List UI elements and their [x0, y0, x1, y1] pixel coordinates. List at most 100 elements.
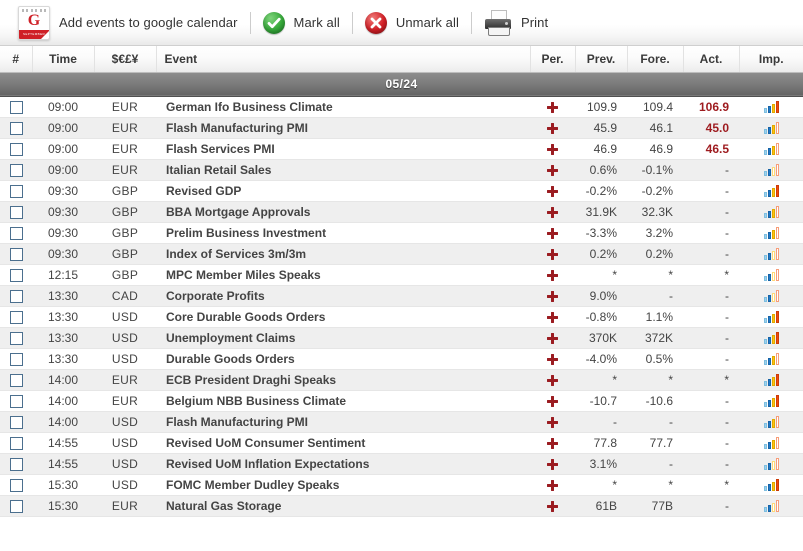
impact-bars-icon[interactable]: [763, 143, 779, 156]
plus-icon[interactable]: [547, 479, 558, 491]
impact-bars-icon[interactable]: [763, 416, 779, 429]
impact-bars-icon[interactable]: [763, 500, 779, 513]
plus-icon[interactable]: [547, 248, 558, 260]
row-checkbox[interactable]: [9, 352, 23, 366]
row-checkbox-cell[interactable]: [0, 327, 32, 349]
row-checkbox[interactable]: [9, 436, 23, 450]
cell-expand[interactable]: [530, 453, 575, 475]
cell-impact[interactable]: [739, 264, 803, 286]
column-header-per[interactable]: Per.: [530, 46, 576, 73]
cell-expand[interactable]: [530, 369, 575, 391]
column-header-currency[interactable]: $€£¥: [94, 46, 157, 73]
row-checkbox-cell[interactable]: [0, 222, 32, 244]
impact-bars-icon[interactable]: [763, 311, 779, 324]
row-checkbox[interactable]: [9, 394, 23, 408]
cell-impact[interactable]: [739, 285, 803, 307]
cell-event-name[interactable]: Prelim Business Investment: [156, 222, 530, 244]
impact-bars-icon[interactable]: [763, 374, 779, 387]
impact-bars-icon[interactable]: [763, 290, 779, 303]
row-checkbox-cell[interactable]: [0, 180, 32, 202]
table-row[interactable]: 09:00 EUR Italian Retail Sales 0.6% -0.1% -: [0, 159, 803, 181]
row-checkbox[interactable]: [9, 226, 23, 240]
table-row[interactable]: 09:00 EUR Flash Services PMI 46.9 46.9 46.5: [0, 138, 803, 160]
cell-event-name[interactable]: Flash Manufacturing PMI: [156, 411, 530, 433]
table-row[interactable]: 09:30 GBP Prelim Business Investment -3.3% 3…: [0, 222, 803, 244]
table-row[interactable]: 14:55 USD Revised UoM Consumer Sentiment 77…: [0, 432, 803, 454]
column-header-prev[interactable]: Prev.: [575, 46, 628, 73]
cell-expand[interactable]: [530, 411, 575, 433]
row-checkbox-cell[interactable]: [0, 432, 32, 454]
row-checkbox-cell[interactable]: [0, 474, 32, 496]
plus-icon[interactable]: [547, 101, 558, 113]
table-row[interactable]: 12:15 GBP MPC Member Miles Speaks * * *: [0, 264, 803, 286]
cell-expand[interactable]: [530, 390, 575, 412]
impact-bars-icon[interactable]: [763, 164, 779, 177]
row-checkbox-cell[interactable]: [0, 138, 32, 160]
cell-event-name[interactable]: Revised UoM Consumer Sentiment: [156, 432, 530, 454]
row-checkbox-cell[interactable]: [0, 96, 32, 118]
plus-icon[interactable]: [547, 416, 558, 428]
plus-icon[interactable]: [547, 227, 558, 239]
impact-bars-icon[interactable]: [763, 353, 779, 366]
impact-bars-icon[interactable]: [763, 395, 779, 408]
cell-expand[interactable]: [530, 432, 575, 454]
row-checkbox-cell[interactable]: [0, 117, 32, 139]
column-header-imp[interactable]: Imp.: [739, 46, 803, 73]
impact-bars-icon[interactable]: [763, 269, 779, 282]
row-checkbox[interactable]: [9, 457, 23, 471]
cell-event-name[interactable]: Core Durable Goods Orders: [156, 306, 530, 328]
column-header-act[interactable]: Act.: [683, 46, 740, 73]
cell-impact[interactable]: [739, 96, 803, 118]
cell-impact[interactable]: [739, 117, 803, 139]
cell-expand[interactable]: [530, 327, 575, 349]
row-checkbox[interactable]: [9, 163, 23, 177]
cell-event-name[interactable]: Corporate Profits: [156, 285, 530, 307]
cell-expand[interactable]: [530, 138, 575, 160]
plus-icon[interactable]: [547, 269, 558, 281]
table-row[interactable]: 14:00 EUR ECB President Draghi Speaks * * *: [0, 369, 803, 391]
row-checkbox-cell[interactable]: [0, 264, 32, 286]
row-checkbox[interactable]: [9, 373, 23, 387]
row-checkbox-cell[interactable]: [0, 306, 32, 328]
table-row[interactable]: 15:30 EUR Natural Gas Storage 61B 77B -: [0, 495, 803, 517]
cell-impact[interactable]: [739, 222, 803, 244]
row-checkbox-cell[interactable]: [0, 495, 32, 517]
plus-icon[interactable]: [547, 437, 558, 449]
cell-event-name[interactable]: FOMC Member Dudley Speaks: [156, 474, 530, 496]
cell-expand[interactable]: [530, 243, 575, 265]
row-checkbox-cell[interactable]: [0, 243, 32, 265]
row-checkbox[interactable]: [9, 100, 23, 114]
plus-icon[interactable]: [547, 290, 558, 302]
cell-impact[interactable]: [739, 495, 803, 517]
plus-icon[interactable]: [547, 143, 558, 155]
row-checkbox-cell[interactable]: [0, 285, 32, 307]
cell-impact[interactable]: [739, 390, 803, 412]
print-button[interactable]: Print: [474, 3, 558, 43]
column-header-fore[interactable]: Fore.: [627, 46, 684, 73]
plus-icon[interactable]: [547, 206, 558, 218]
impact-bars-icon[interactable]: [763, 227, 779, 240]
plus-icon[interactable]: [547, 500, 558, 512]
cell-impact[interactable]: [739, 411, 803, 433]
row-checkbox[interactable]: [9, 205, 23, 219]
cell-event-name[interactable]: Flash Manufacturing PMI: [156, 117, 530, 139]
cell-event-name[interactable]: Unemployment Claims: [156, 327, 530, 349]
row-checkbox[interactable]: [9, 142, 23, 156]
plus-icon[interactable]: [547, 374, 558, 386]
cell-event-name[interactable]: Revised UoM Inflation Expectations: [156, 453, 530, 475]
row-checkbox[interactable]: [9, 289, 23, 303]
row-checkbox[interactable]: [9, 331, 23, 345]
cell-event-name[interactable]: Flash Services PMI: [156, 138, 530, 160]
cell-impact[interactable]: [739, 138, 803, 160]
plus-icon[interactable]: [547, 311, 558, 323]
impact-bars-icon[interactable]: [763, 437, 779, 450]
row-checkbox[interactable]: [9, 184, 23, 198]
cell-impact[interactable]: [739, 348, 803, 370]
plus-icon[interactable]: [547, 395, 558, 407]
cell-impact[interactable]: [739, 180, 803, 202]
table-row[interactable]: 13:30 USD Core Durable Goods Orders -0.8% 1.…: [0, 306, 803, 328]
cell-expand[interactable]: [530, 348, 575, 370]
cell-expand[interactable]: [530, 495, 575, 517]
impact-bars-icon[interactable]: [763, 122, 779, 135]
cell-expand[interactable]: [530, 285, 575, 307]
